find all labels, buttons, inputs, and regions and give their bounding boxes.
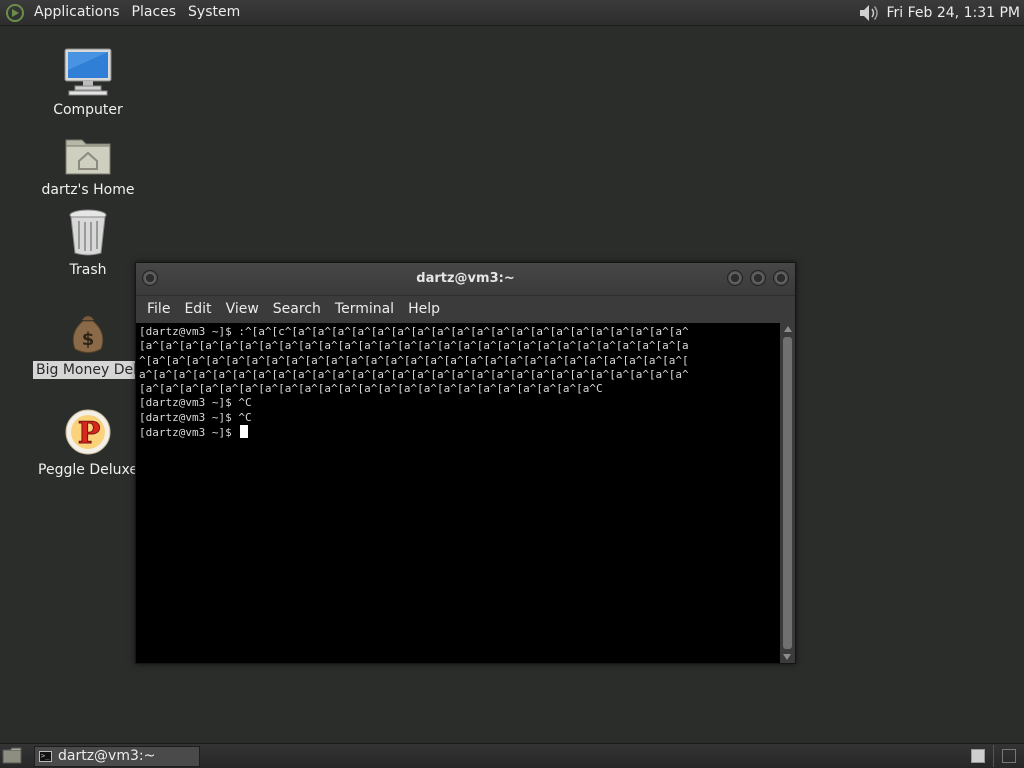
terminal-prompt-line[interactable]: [dartz@vm3 ~]$: [139, 425, 777, 440]
task-label: dartz@vm3:~: [58, 748, 156, 764]
home-folder-icon: [65, 139, 111, 175]
desktop-icon-trash[interactable]: Trash: [33, 204, 143, 279]
svg-text:P: P: [78, 416, 101, 451]
desktop-icon-label: Peggle Deluxe: [38, 462, 138, 478]
terminal-menubar: File Edit View Search Terminal Help: [136, 296, 795, 324]
scroll-down-arrow-icon[interactable]: [783, 654, 791, 660]
maximize-button[interactable]: [750, 270, 766, 286]
svg-text:$: $: [82, 329, 95, 350]
desktop-icon-label: dartz's Home: [41, 182, 135, 198]
desktop-icon-peggle[interactable]: P Peggle Deluxe: [33, 404, 143, 479]
distro-logo-icon[interactable]: [6, 3, 24, 22]
taskbar-terminal-button[interactable]: >_ dartz@vm3:~: [34, 745, 200, 767]
peggle-logo-icon: P: [65, 409, 111, 455]
panel-menu: Applications Places System: [0, 0, 246, 25]
text-cursor: [240, 425, 249, 439]
terminal-line: a^[a^[a^[a^[a^[a^[a^[a^[a^[a^[a^[a^[a^[a…: [139, 367, 689, 381]
clock[interactable]: Fri Feb 24, 1:31 PM: [887, 5, 1021, 21]
places-menu[interactable]: Places: [126, 0, 183, 25]
panel-tray: Fri Feb 24, 1:31 PM: [857, 0, 1024, 25]
window-title: dartz@vm3:~: [416, 271, 515, 286]
trash-can-icon: [69, 209, 107, 256]
show-desktop-icon[interactable]: [2, 747, 22, 765]
bottom-panel: >_ dartz@vm3:~: [0, 743, 1024, 768]
scrollbar-thumb[interactable]: [783, 337, 792, 649]
desktop-icon-label: Computer: [53, 102, 123, 118]
terminal-output[interactable]: [dartz@vm3 ~]$ :^[a^[c^[a^[a^[a^[a^[a^[a…: [136, 323, 780, 663]
desktop-icon-home[interactable]: dartz's Home: [33, 124, 143, 199]
terminal-icon: >_: [39, 750, 52, 762]
menu-edit[interactable]: Edit: [177, 296, 218, 323]
desktop-icon-big-money[interactable]: $ Big Money Delux: [33, 304, 158, 379]
terminal-prompt: [dartz@vm3 ~]$: [139, 426, 239, 440]
menu-view[interactable]: View: [219, 296, 266, 323]
menu-file[interactable]: File: [140, 296, 177, 323]
desktop-icon-label: Trash: [69, 262, 107, 278]
terminal-line: ^[a^[a^[a^[a^[a^[a^[a^[a^[a^[a^[a^[a^[a^…: [139, 353, 689, 367]
terminal-line: [dartz@vm3 ~]$ :^[a^[c^[a^[a^[a^[a^[a^[a…: [139, 325, 689, 338]
window-titlebar[interactable]: dartz@vm3:~: [136, 263, 795, 296]
workspace-1[interactable]: [971, 749, 985, 763]
terminal-line: [dartz@vm3 ~]$ ^C: [139, 396, 252, 410]
terminal-line: [a^[a^[a^[a^[a^[a^[a^[a^[a^[a^[a^[a^[a^[…: [139, 339, 689, 353]
terminal-line: [dartz@vm3 ~]$ ^C: [139, 410, 252, 424]
computer-monitor-icon: [64, 48, 112, 96]
menu-search[interactable]: Search: [266, 296, 328, 323]
money-bag-icon: $: [72, 316, 104, 353]
menu-help[interactable]: Help: [401, 296, 447, 323]
menu-terminal[interactable]: Terminal: [328, 296, 401, 323]
system-menu[interactable]: System: [182, 0, 246, 25]
minimize-button[interactable]: [727, 270, 743, 286]
terminal-line: [a^[a^[a^[a^[a^[a^[a^[a^[a^[a^[a^[a^[a^[…: [139, 382, 603, 396]
workspace-2[interactable]: [1002, 749, 1016, 763]
desktop-icon-computer[interactable]: Computer: [33, 44, 143, 119]
close-button[interactable]: [773, 270, 789, 286]
terminal-scrollbar[interactable]: [780, 323, 795, 663]
applications-menu[interactable]: Applications: [28, 0, 126, 25]
workspace-divider: [993, 745, 994, 767]
terminal-window[interactable]: dartz@vm3:~ File Edit View Search Termin…: [135, 262, 796, 664]
workspace-switcher: [963, 744, 1024, 768]
top-panel: Applications Places System Fri Feb 24, 1…: [0, 0, 1024, 26]
scroll-up-arrow-icon[interactable]: [783, 326, 792, 332]
speaker-volume-icon[interactable]: [857, 3, 879, 23]
